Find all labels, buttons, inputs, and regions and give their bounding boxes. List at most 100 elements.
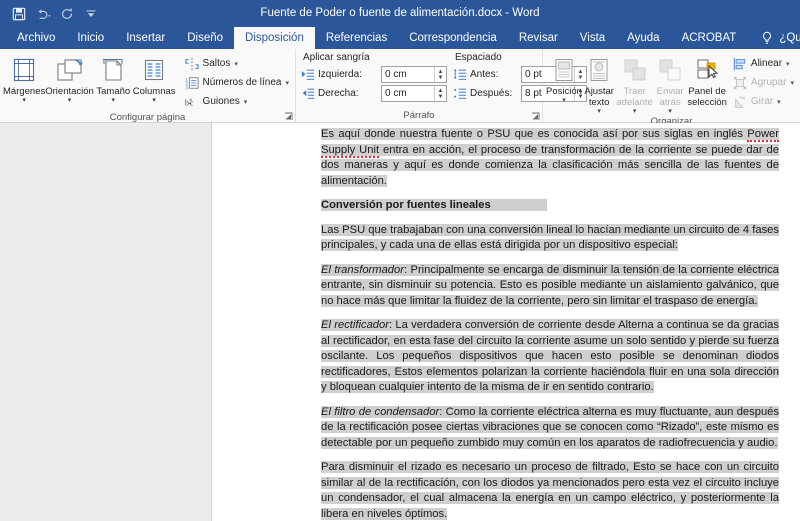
breaks-button[interactable]: Saltos ▾ [182,54,292,73]
quick-access-toolbar [0,4,102,24]
paragraph-5-text: : La verdadera conversión de corriente d… [321,319,779,393]
organizar-small-buttons: Alinear ▾ Agrupar ▾ Girar ▾ [730,52,797,111]
rotate-button[interactable]: Girar ▾ [730,92,797,111]
columns-button[interactable]: Columnas ▾ [133,52,176,104]
document-page[interactable]: Es aquí donde nuestra fuente o PSU que e… [211,123,800,521]
chevron-down-icon[interactable]: ▾ [22,97,26,104]
document-text-body[interactable]: Es aquí donde nuestra fuente o PSU que e… [321,127,779,521]
bring-forward-button[interactable]: Traer adelante ▾ [616,52,653,115]
paragraph-3[interactable]: Las PSU que trabajaban con una conversió… [321,223,779,254]
tab-ayuda[interactable]: Ayuda [616,27,670,49]
group-label-parrafo: Párrafo [403,110,435,121]
tab-diseno[interactable]: Diseño [176,27,234,49]
position-button[interactable]: Posición ▾ [546,52,582,104]
group-button[interactable]: Agrupar ▾ [730,73,797,92]
columns-label: Columnas [132,86,176,97]
position-label: Posición [546,86,582,97]
align-label: Alinear [750,58,783,69]
rotate-icon [735,96,745,108]
margins-button[interactable]: Márgenes ▾ [3,52,45,104]
tab-revisar[interactable]: Revisar [508,27,569,49]
save-icon[interactable] [8,4,30,24]
paragraph-2-heading[interactable]: Conversión por fuentes lineales [321,198,779,214]
tab-acrobat[interactable]: ACROBAT [671,27,748,49]
selection-pane-button[interactable]: Panel de selección [687,52,727,108]
chevron-down-icon[interactable]: ▾ [633,108,637,115]
paragraph-5[interactable]: El rectificador: La verdadera conversión… [321,318,779,396]
indent-left-icon [301,69,315,80]
chevron-down-icon[interactable]: ▾ [285,79,289,87]
indent-right-row: Derecha: ▲▼ [299,84,447,103]
margins-icon [11,55,37,85]
paragraph-4[interactable]: El transformador: Principalmente se enca… [321,263,779,310]
page-setup-dialog-launcher[interactable] [284,112,293,121]
align-icon [733,57,746,70]
orientation-button[interactable]: Orientación ▾ [45,52,94,104]
send-backward-icon [657,55,683,85]
paragraph-3-text: Las PSU que trabajaban con una conversió… [321,223,779,251]
align-button[interactable]: Alinear ▾ [730,54,797,73]
indent-left-spin-buttons[interactable]: ▲ ▼ [434,67,446,82]
wrap-text-button[interactable]: Ajustar texto ▾ [582,52,616,115]
undo-icon[interactable] [32,4,54,24]
chevron-down-icon[interactable]: ▾ [786,60,790,68]
group-label: Agrupar [750,77,787,88]
ribbon: Márgenes ▾ Orientación ▾ Tamaño ▾ Column… [0,49,800,127]
tell-me-label: ¿Qué desea hacer? [779,32,800,44]
line-numbers-button[interactable]: 123 Números de línea ▾ [182,73,292,92]
chevron-down-icon[interactable]: ▾ [597,108,601,115]
breaks-label: Saltos [202,58,231,69]
hyphenation-label: Guiones [202,96,240,107]
tab-vista[interactable]: Vista [569,27,616,49]
chevron-down-icon[interactable]: ▾ [668,108,672,115]
svg-text:b: b [185,98,189,107]
paragraph-5-lead: El rectificador [321,319,389,331]
indent-right-stepper[interactable]: ▲▼ [381,85,447,102]
indent-left-stepper[interactable]: ▲▼ [381,66,447,83]
rotate-label: Girar [750,96,774,107]
chevron-down-icon[interactable]: ▾ [562,97,566,104]
orientation-label: Orientación [45,86,94,97]
tell-me-search[interactable]: ¿Qué desea hacer? [747,27,800,49]
hyphenation-icon: b ca [185,97,194,107]
spacing-after-icon [454,88,467,99]
indent-right-spin-buttons[interactable]: ▲ ▼ [434,86,446,101]
send-backward-button[interactable]: Enviar atrás ▾ [653,52,687,115]
spin-down-icon[interactable]: ▼ [438,94,444,100]
tab-disposicion[interactable]: Disposición [234,27,315,49]
document-canvas[interactable]: Es aquí donde nuestra fuente o PSU que e… [0,123,800,521]
chevron-down-icon[interactable]: ▾ [790,79,794,87]
send-backward-label: Enviar atrás [656,86,684,108]
paragraph-6-lead: El filtro de condensador [321,405,440,418]
wrap-text-label: Ajustar texto [584,86,614,108]
title-bar: Fuente de Poder o fuente de alimentación… [0,0,800,27]
tab-insertar[interactable]: Insertar [115,27,176,49]
indent-left-input[interactable] [382,67,434,82]
indent-right-label: Derecha: [318,88,359,99]
chevron-down-icon[interactable]: ▾ [777,98,781,106]
tab-correspondencia[interactable]: Correspondencia [398,27,508,49]
indent-right-input[interactable] [382,86,434,101]
redo-icon[interactable] [56,4,78,24]
orientation-icon [56,55,84,85]
indent-column: Aplicar sangría Izquierda: ▲▼ Derecha: ▲… [299,51,447,103]
chevron-down-icon[interactable]: ▾ [244,98,248,106]
spin-down-icon[interactable]: ▼ [438,75,444,81]
heading-trailing-highlight [490,199,547,211]
paragraph-1[interactable]: Es aquí donde nuestra fuente o PSU que e… [321,127,779,189]
tab-referencias[interactable]: Referencias [315,27,398,49]
chevron-down-icon[interactable]: ▾ [152,97,156,104]
chevron-down-icon[interactable]: ▾ [112,97,116,104]
paragraph-6[interactable]: El filtro de condensador: Como la corrie… [321,405,779,452]
hyphenation-button[interactable]: bca Guiones ▾ [182,92,292,111]
paragraph-7[interactable]: Para disminuir el rizado es necesario un… [321,460,779,521]
tab-archivo[interactable]: Archivo [6,27,66,49]
tab-inicio[interactable]: Inicio [66,27,115,49]
customize-qat-icon[interactable] [80,4,102,24]
paragraph-dialog-launcher[interactable] [531,112,540,121]
chevron-down-icon[interactable]: ▾ [234,60,238,68]
size-button[interactable]: Tamaño ▾ [94,52,133,104]
paragraph-1-text: Es aquí donde nuestra fuente o PSU que e… [321,128,779,187]
selection-pane-label: Panel de selección [687,86,727,108]
chevron-down-icon[interactable]: ▾ [68,97,72,104]
